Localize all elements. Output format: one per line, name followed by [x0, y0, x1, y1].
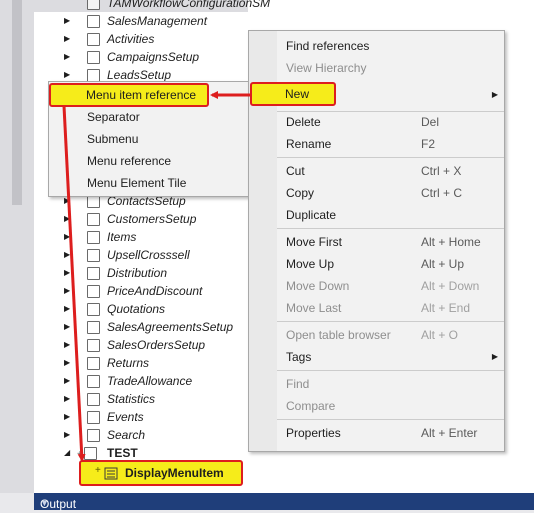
- arrow-submenu-to-result: [62, 105, 86, 462]
- annotation-arrows: [62, 91, 250, 462]
